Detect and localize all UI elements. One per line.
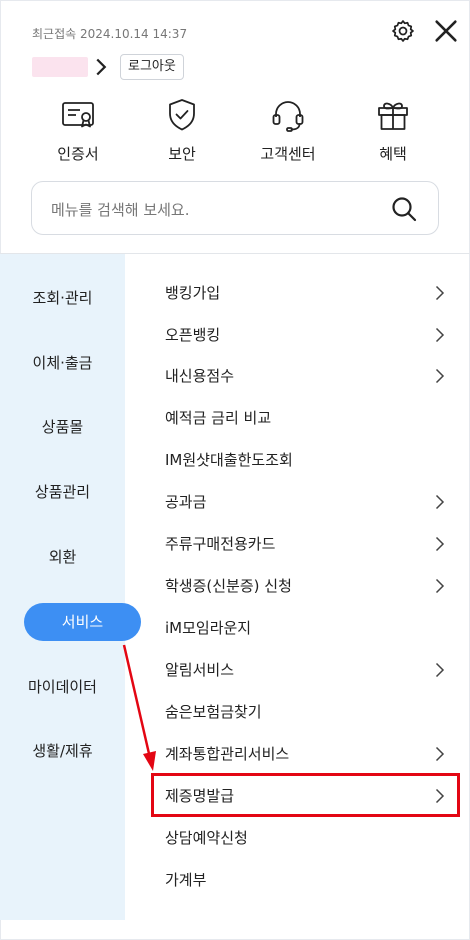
quick-customer-center-label: 고객센터: [260, 145, 316, 163]
chevron-right-icon: [435, 494, 445, 510]
search-placeholder: 메뉴를 검색해 보세요.: [51, 201, 190, 219]
menu-item-liquor-card[interactable]: 주류구매전용카드: [165, 524, 455, 564]
quick-security[interactable]: 보안: [134, 96, 230, 166]
gear-icon[interactable]: [390, 18, 416, 44]
menu-item-label: 숨은보험금찾기: [165, 703, 262, 721]
menu-item-label: 상담예약신청: [165, 829, 248, 847]
menu-item-household-ledger[interactable]: 가계부: [165, 860, 455, 900]
menu-item-open-banking[interactable]: 오픈뱅킹: [165, 315, 455, 355]
last-login-time: 최근접속 2024.10.14 14:37: [32, 27, 188, 41]
sidebar-item-transfer[interactable]: 이체·출금: [0, 343, 125, 383]
chevron-right-icon: [435, 662, 445, 678]
sidebar-item-product-management[interactable]: 상품관리: [0, 472, 125, 512]
user-row: 로그아웃: [32, 54, 184, 80]
menu-item-label: 내신용점수: [165, 367, 235, 385]
menu-item-loan-limit[interactable]: IM원샷대출한도조회: [165, 440, 455, 480]
menu-search-input[interactable]: 메뉴를 검색해 보세요.: [31, 181, 439, 235]
menu-item-label: 주류구매전용카드: [165, 535, 276, 553]
menu-item-account-management[interactable]: 계좌통합관리서비스: [165, 734, 455, 774]
quick-benefits[interactable]: 혜택: [345, 96, 441, 166]
highlight-box: [151, 773, 460, 817]
quick-certificate[interactable]: 인증서: [30, 96, 126, 166]
menu-item-label: 뱅킹가입: [165, 284, 221, 302]
menu-item-label: 알림서비스: [165, 661, 235, 679]
search-icon[interactable]: [390, 195, 418, 223]
chevron-right-icon: [435, 578, 445, 594]
menu-item-label: 공과금: [165, 493, 207, 511]
menu-item-student-id[interactable]: 학생증(신분증) 신청: [165, 566, 455, 606]
chevron-right-icon: [435, 536, 445, 552]
quick-security-label: 보안: [168, 145, 196, 163]
menu-item-label: 예적금 금리 비교: [165, 409, 272, 427]
logout-button[interactable]: 로그아웃: [120, 54, 184, 80]
chevron-right-icon: [435, 746, 445, 762]
certificate-icon: [62, 102, 94, 128]
menu-item-hidden-insurance[interactable]: 숨은보험금찾기: [165, 692, 455, 732]
menu-item-credit-score[interactable]: 내신용점수: [165, 356, 455, 396]
sidebar-item-products[interactable]: 상품몰: [0, 407, 125, 447]
headset-icon: [272, 101, 304, 132]
sidebar-item-inquiry[interactable]: 조회·관리: [0, 278, 125, 318]
menu-item-rate-compare[interactable]: 예적금 금리 비교: [165, 398, 455, 438]
menu-item-banking-signup[interactable]: 뱅킹가입: [165, 273, 455, 313]
sidebar-item-lifestyle[interactable]: 생활/제휴: [0, 731, 125, 771]
shield-check-icon: [169, 99, 195, 131]
menu-item-utility-bills[interactable]: 공과금: [165, 482, 455, 522]
menu-item-label: 학생증(신분증) 신청: [165, 577, 292, 595]
sidebar-item-mydata[interactable]: 마이데이터: [0, 667, 125, 707]
quick-customer-center[interactable]: 고객센터: [240, 96, 336, 166]
menu-item-consultation-booking[interactable]: 상담예약신청: [165, 818, 455, 858]
menu-item-label: 가계부: [165, 871, 207, 889]
chevron-right-icon[interactable]: [94, 57, 108, 77]
menu-item-label: iM모임라운지: [165, 619, 252, 637]
menu-item-label: IM원샷대출한도조회: [165, 451, 293, 469]
chevron-right-icon: [435, 327, 445, 343]
user-name-redacted[interactable]: [32, 57, 88, 77]
menu-item-meeting-lounge[interactable]: iM모임라운지: [165, 608, 455, 648]
sidebar-item-foreign-exchange[interactable]: 외환: [0, 537, 125, 577]
quick-certificate-label: 인증서: [57, 145, 99, 163]
close-icon[interactable]: [432, 17, 460, 45]
chevron-right-icon: [435, 368, 445, 384]
gift-icon: [378, 102, 408, 130]
menu-item-notification-service[interactable]: 알림서비스: [165, 650, 455, 690]
menu-item-label: 계좌통합관리서비스: [165, 745, 290, 763]
quick-benefits-label: 혜택: [379, 145, 407, 163]
chevron-right-icon: [435, 285, 445, 301]
menu-item-label: 오픈뱅킹: [165, 326, 221, 344]
sidebar-item-service[interactable]: 서비스: [24, 603, 141, 641]
